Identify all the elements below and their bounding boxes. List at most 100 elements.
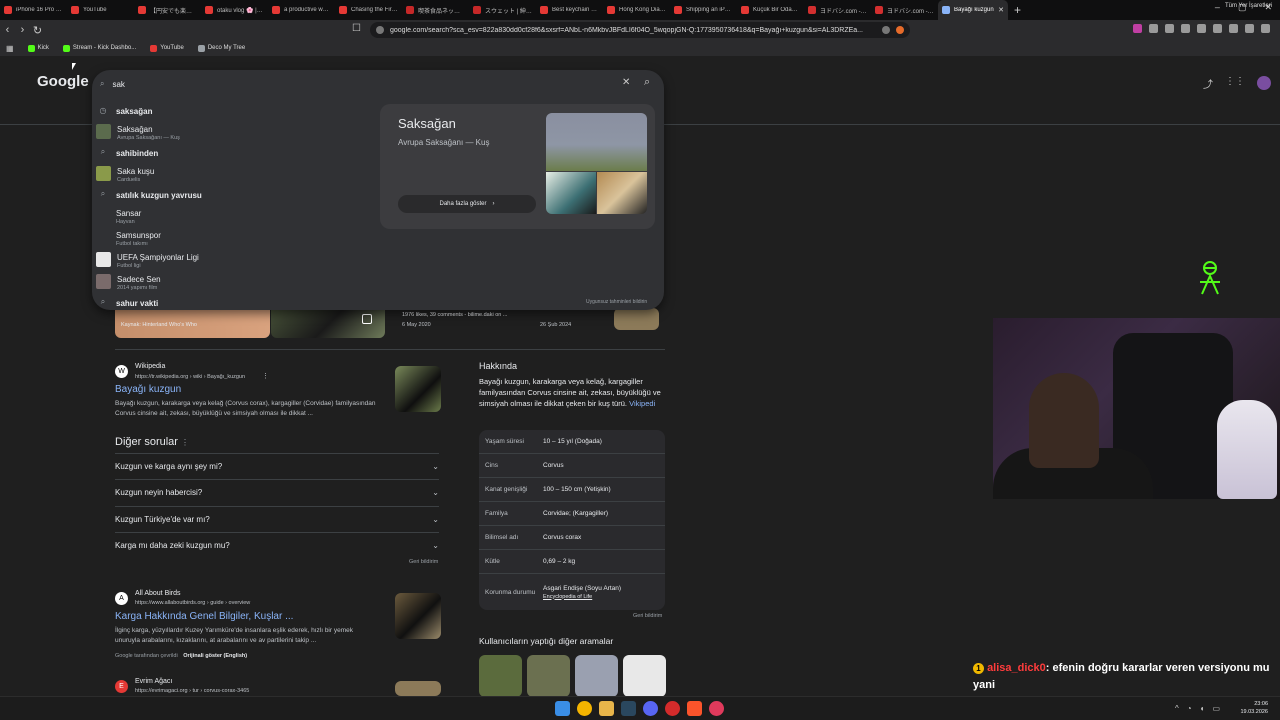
result-thumbnail[interactable] <box>395 593 441 639</box>
forward-button[interactable]: › <box>15 24 30 36</box>
volume-icon[interactable]: ◖ <box>1200 704 1205 713</box>
browser-tab[interactable]: iPhone 16 Pro (Mac <box>0 0 67 20</box>
suggestion-item[interactable]: Sadece Sen 2014 yapımı film <box>96 271 376 291</box>
related-image[interactable] <box>527 655 570 697</box>
extension-icon[interactable] <box>1181 24 1190 33</box>
browser-tab[interactable]: ヨドバシ.com - dyso <box>871 0 938 20</box>
discord-icon[interactable] <box>643 701 658 716</box>
browser-tab[interactable]: Bayağı kuzgun ✕ <box>938 0 1008 20</box>
result-title[interactable]: Bayağı kuzgun <box>115 384 181 395</box>
site-info-icon[interactable] <box>376 26 384 34</box>
paa-question[interactable]: Kuzgun neyin habercisi? ⌄ <box>115 479 439 505</box>
result-thumbnail[interactable] <box>395 366 441 412</box>
extension-icon[interactable] <box>1229 24 1238 33</box>
related-image[interactable] <box>623 655 666 697</box>
suggestion-item[interactable]: ⌕ sahibinden <box>96 145 376 159</box>
bookmark-item[interactable]: YouTube <box>150 44 184 52</box>
brave-icon[interactable] <box>687 701 702 716</box>
apps-grid-icon[interactable]: ⋮⋮ <box>1225 76 1245 91</box>
browser-tab[interactable]: Best keychain mult <box>536 0 603 20</box>
search-submit-icon[interactable]: ⌕ <box>644 76 650 89</box>
image-result-tile[interactable] <box>614 308 659 330</box>
chrome-icon[interactable] <box>577 701 592 716</box>
suggestion-preview-card[interactable]: Saksağan Avrupa Saksağanı — Kuş Daha faz… <box>380 104 655 229</box>
wikipedia-link[interactable]: Vikipedi <box>629 399 655 408</box>
related-image[interactable] <box>575 655 618 697</box>
file-explorer-icon[interactable] <box>599 701 614 716</box>
brave-shields-icon[interactable] <box>896 26 904 34</box>
app-icon[interactable] <box>709 701 724 716</box>
share-icon[interactable] <box>882 26 890 34</box>
opera-icon[interactable] <box>665 701 680 716</box>
avatar[interactable] <box>1257 76 1271 90</box>
result-url[interactable]: https://tr.wikipedia.org › wiki › Bayağı… <box>135 374 245 380</box>
bookmark-item[interactable]: Kick <box>27 44 49 52</box>
extension-icon[interactable] <box>1197 24 1206 33</box>
close-tab-icon[interactable]: ✕ <box>998 6 1004 14</box>
extension-icon[interactable] <box>1213 24 1222 33</box>
result-site-name[interactable]: All About Birds <box>135 590 181 597</box>
more-options-icon[interactable]: ⋮ <box>262 372 269 380</box>
browser-tab[interactable]: Shipping an iPhone <box>670 0 737 20</box>
browser-tab[interactable]: Küçük Bir Odayı Sa <box>737 0 804 20</box>
minimize-button[interactable]: – <box>1215 2 1220 13</box>
extension-icon[interactable] <box>1165 24 1174 33</box>
back-button[interactable]: ‹ <box>0 24 15 36</box>
google-logo[interactable]: Google <box>37 73 89 90</box>
paa-question[interactable]: Karga mı daha zeki kuzgun mu? ⌄ <box>115 532 439 558</box>
suggestion-item[interactable]: ⌕ satılık kuzgun yavrusu <box>96 187 376 201</box>
extension-icon[interactable] <box>1149 24 1158 33</box>
windows-start-icon[interactable] <box>555 701 570 716</box>
suggestion-item[interactable]: ◷ saksağan <box>96 103 376 117</box>
clear-search-button[interactable]: ✕ <box>622 77 630 88</box>
share-icon[interactable]: ⤴ <box>1203 76 1213 91</box>
related-image[interactable] <box>479 655 522 697</box>
browser-tab[interactable]: a productive week <box>268 0 335 20</box>
steam-icon[interactable] <box>621 701 636 716</box>
menu-icon[interactable] <box>1261 24 1270 33</box>
encyclopedia-link[interactable]: Encyclopedia of Life <box>543 594 665 600</box>
paa-question[interactable]: Kuzgun ve karga aynı şey mi? ⌄ <box>115 453 439 479</box>
image-caption[interactable]: 1976 likes, 39 comments - bilime.daki on… <box>402 312 507 318</box>
result-url[interactable]: https://evrimagaci.org › tur › corvus-co… <box>135 688 249 694</box>
suggestion-item[interactable]: UEFA Şampiyonlar Ligi Futbol ligi <box>96 249 376 269</box>
address-bar[interactable]: google.com/search?sca_esv=822a830dd0cf28… <box>370 22 910 38</box>
new-tab-button[interactable]: + <box>1014 3 1021 17</box>
show-more-button[interactable]: Daha fazla göster › <box>398 195 536 213</box>
result-title[interactable]: Karga Hakkında Genel Bilgiler, Kuşlar ..… <box>115 611 293 622</box>
browser-tab[interactable]: YouTube <box>67 0 134 20</box>
extension-icon[interactable] <box>1245 24 1254 33</box>
result-url[interactable]: https://www.allaboutbirds.org › guide › … <box>135 600 250 606</box>
report-predictions-link[interactable]: Uygunsuz tahminleri bildirin <box>586 299 647 305</box>
result-site-name[interactable]: Wikipedia <box>135 363 165 370</box>
search-input[interactable] <box>112 79 593 89</box>
all-bookmarks[interactable]: Tüm Yer İşaretleri <box>1225 3 1272 9</box>
reload-button[interactable]: ↻ <box>30 24 45 37</box>
feedback-link[interactable]: Geri bildirim <box>409 559 438 565</box>
suggestion-item[interactable]: ⌕ sahur vakti <box>96 295 376 309</box>
browser-tab[interactable]: スウェット | 紳士・メン <box>469 0 536 20</box>
browser-tab[interactable]: Chasing the First Su <box>335 0 402 20</box>
browser-tab[interactable]: ヨドバシ.com - 2ページ <box>804 0 871 20</box>
browser-tab[interactable]: otaku vlog 🌸 | spr <box>201 0 268 20</box>
url-text[interactable]: google.com/search?sca_esv=822a830dd0cf28… <box>390 27 876 34</box>
feedback-link[interactable]: Geri bildirim <box>633 613 662 619</box>
image-search-icon[interactable] <box>362 314 372 324</box>
suggestion-item[interactable]: Saka kuşu Carduelis <box>96 163 376 183</box>
extension-icon[interactable] <box>1133 24 1142 33</box>
browser-tab[interactable]: Hong Kong Diaries <box>603 0 670 20</box>
bookmark-icon[interactable]: ☐ <box>352 23 361 34</box>
browser-tab[interactable]: 喫茶食品ネットストア <box>402 0 469 20</box>
paa-question[interactable]: Kuzgun Türkiye'de var mı? ⌄ <box>115 506 439 532</box>
network-icon[interactable]: ◔ <box>1187 704 1192 713</box>
suggestion-item[interactable]: Sansar Hayvan <box>96 205 376 225</box>
bookmark-item[interactable]: Deco My Tree <box>197 44 245 52</box>
result-thumbnail[interactable] <box>395 681 441 696</box>
chevron-up-icon[interactable]: ^ <box>1175 704 1179 713</box>
bookmark-item[interactable]: Stream - Kick Dashbo... <box>62 44 136 52</box>
result-site-name[interactable]: Evrim Ağacı <box>135 678 172 685</box>
apps-grid-icon[interactable]: ▦ <box>6 44 14 53</box>
browser-tab[interactable]: 【円安でも楽しめる <box>134 0 201 20</box>
clock[interactable]: 23:06 19.03.2026 <box>1240 700 1268 716</box>
suggestion-item[interactable]: Samsunspor Futbol takımı <box>96 227 376 247</box>
